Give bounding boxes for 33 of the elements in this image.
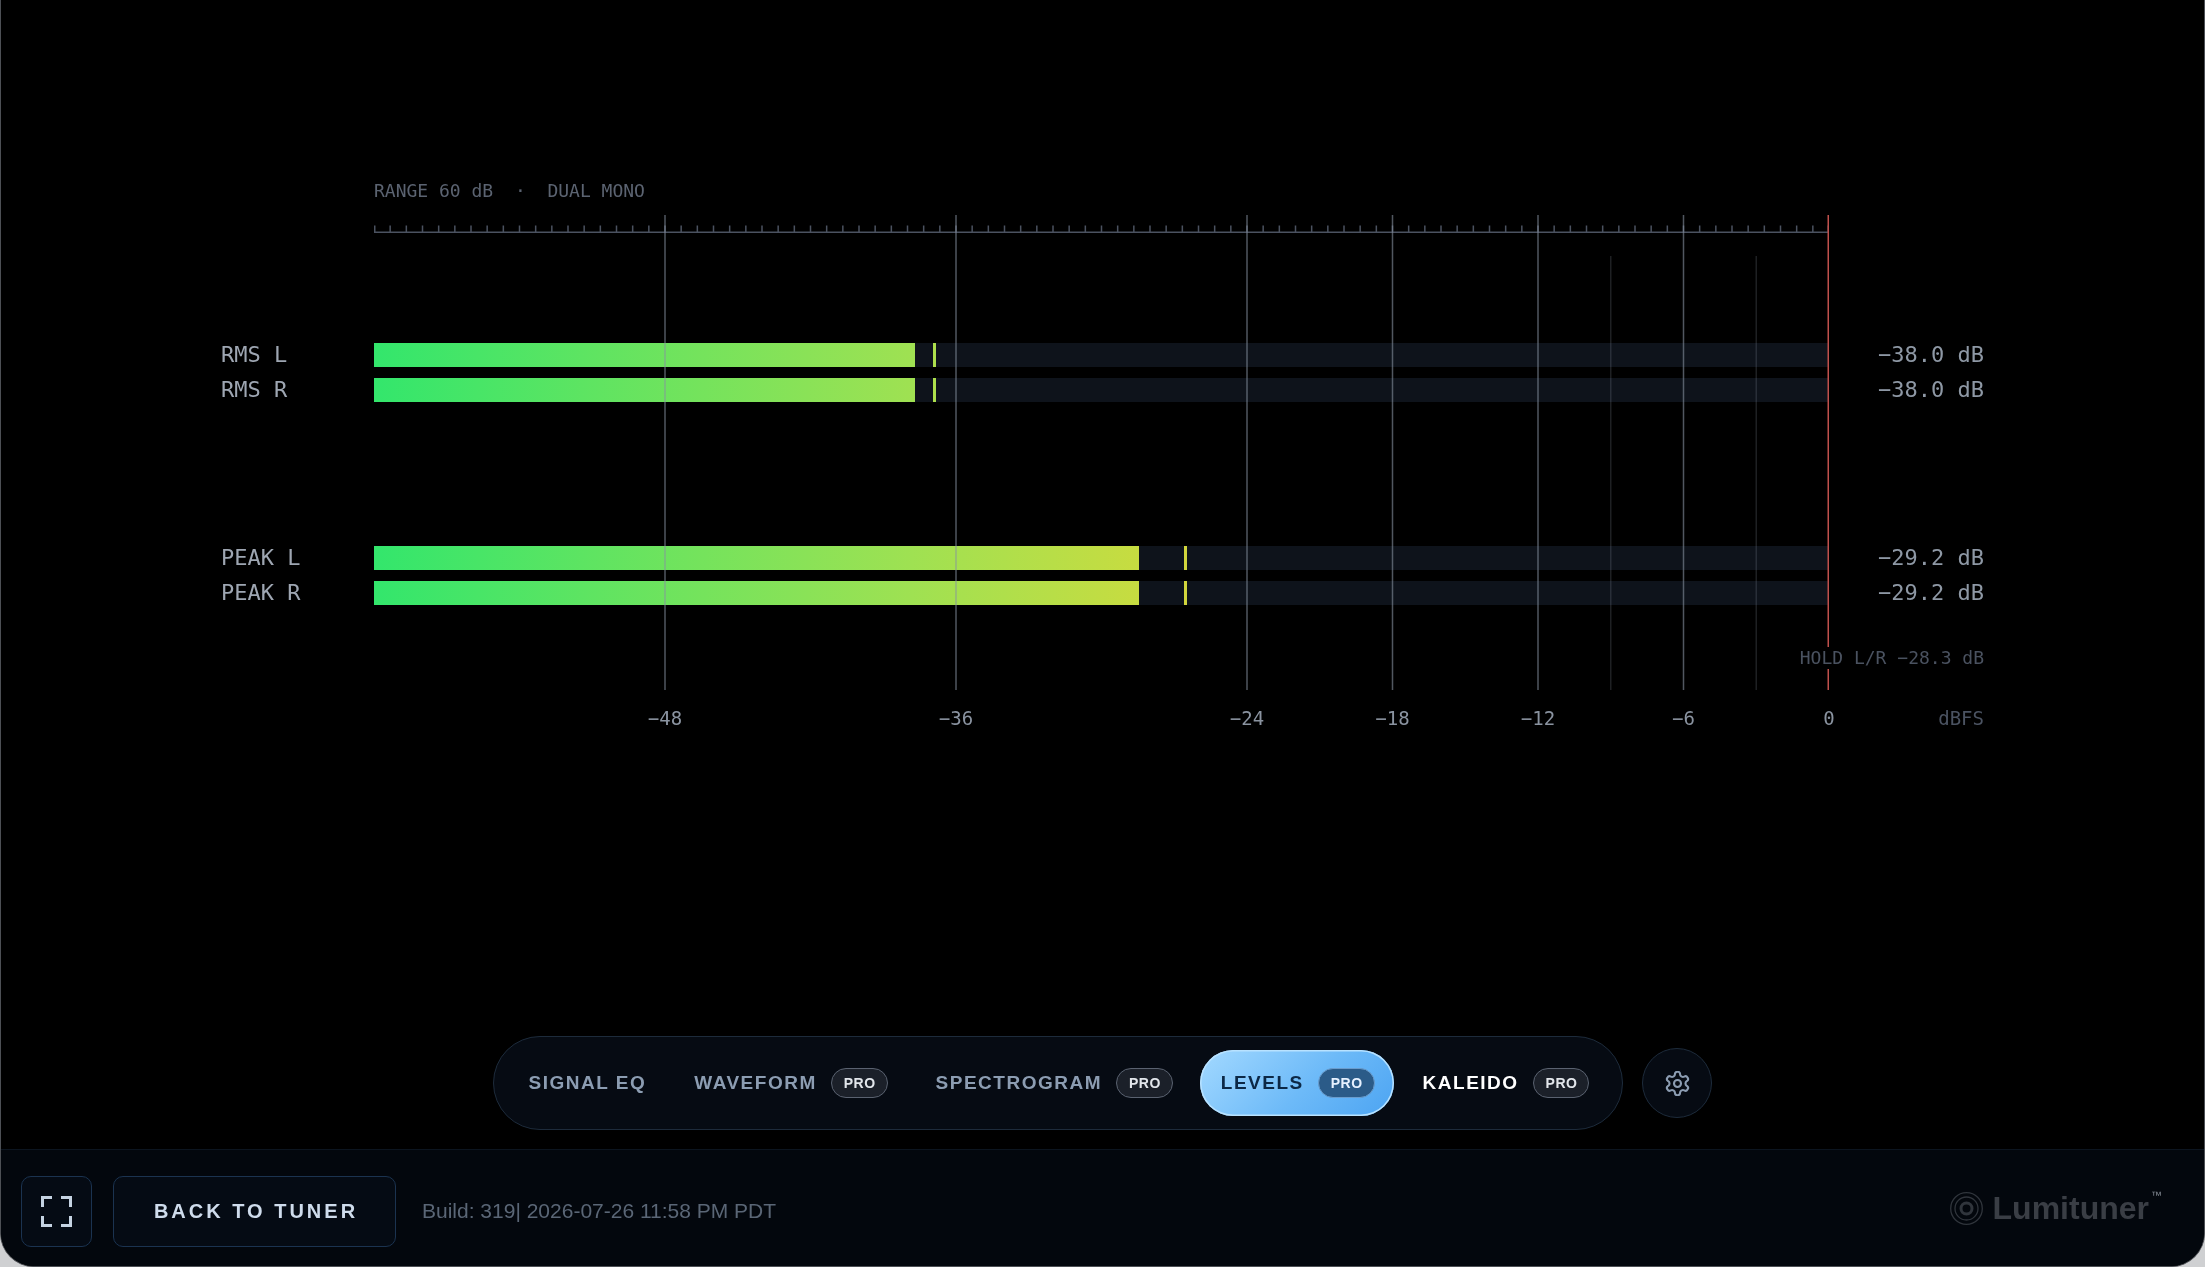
channel-label: RMS L xyxy=(221,343,288,367)
mode-tab[interactable]: KALEIDO PRO xyxy=(1401,1050,1609,1116)
fullscreen-icon xyxy=(41,1195,72,1227)
pro-badge: PRO xyxy=(1317,1068,1375,1098)
axis-label: 0 xyxy=(1823,706,1835,730)
axis-label: −6 xyxy=(1672,706,1695,730)
axis-label: −48 xyxy=(647,706,683,730)
pro-badge: PRO xyxy=(830,1068,888,1098)
pro-badge: PRO xyxy=(1116,1068,1173,1098)
axis-label: −24 xyxy=(1229,706,1265,730)
concentric-rings-icon xyxy=(1949,1191,1983,1225)
axis-label: −12 xyxy=(1520,706,1556,730)
level-reading: −38.0 dB xyxy=(1878,378,1984,402)
mode-tab[interactable]: SPECTROGRAM PRO xyxy=(914,1050,1192,1116)
axis-unit: dBFS xyxy=(1938,706,1984,730)
mode-tab[interactable]: SIGNAL EQ xyxy=(507,1050,666,1116)
level-reading: −29.2 dB xyxy=(1878,546,1984,570)
channel-label: PEAK L xyxy=(221,546,301,570)
pro-badge: PRO xyxy=(1532,1068,1590,1098)
channel-label: PEAK R xyxy=(221,581,301,605)
mode-tab[interactable]: WAVEFORM PRO xyxy=(673,1050,907,1116)
logo-wordmark: Lumituner$^{™}$ xyxy=(1992,1189,2162,1227)
build-info: Build: 319| 2026-07-26 11:58 PM PDT xyxy=(422,1199,777,1223)
axis-label: −18 xyxy=(1375,706,1410,730)
mode-tab[interactable]: LEVELS PRO xyxy=(1199,1050,1394,1116)
level-reading: −38.0 dB xyxy=(1878,343,1984,367)
settings-icon xyxy=(1664,1070,1690,1096)
fullscreen-button[interactable] xyxy=(21,1175,92,1247)
channel-label: RMS R xyxy=(221,378,288,402)
back-button[interactable]: BACK TO TUNER xyxy=(113,1175,396,1247)
meter-caption: RANGE 60 dB · DUAL MONO xyxy=(374,180,645,202)
axis-label: −36 xyxy=(938,706,974,730)
level-reading: −29.2 dB xyxy=(1878,581,1984,605)
